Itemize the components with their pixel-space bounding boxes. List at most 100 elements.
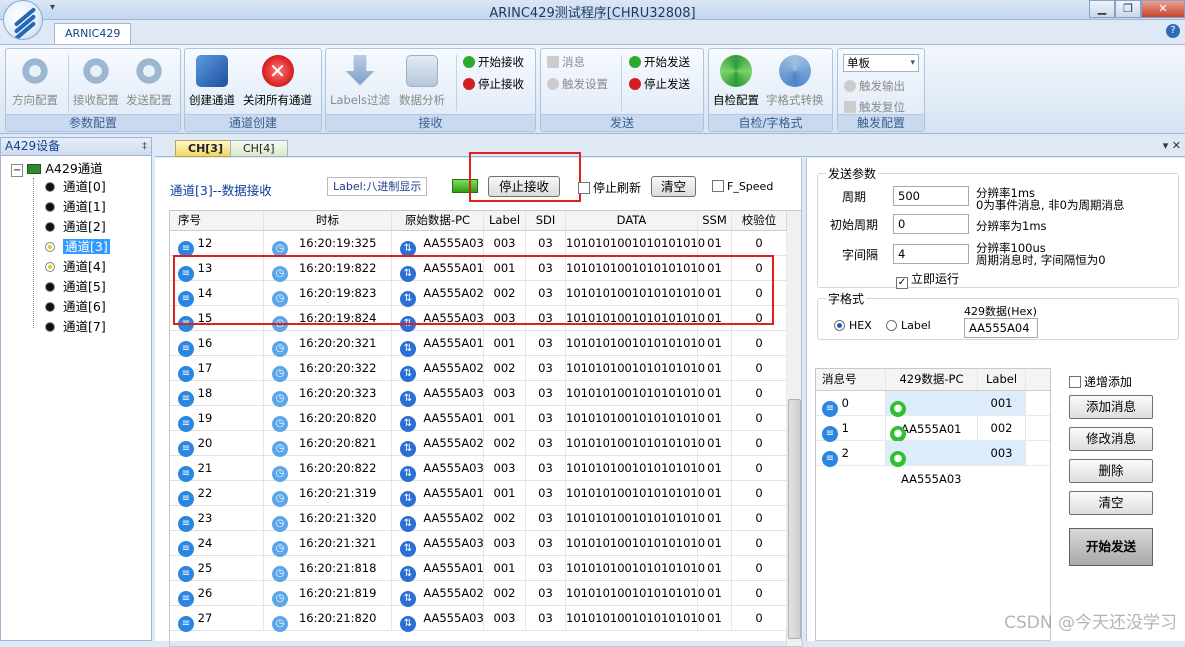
clear-messages-button[interactable]: 清空 <box>1069 491 1153 515</box>
maximize-button[interactable]: ❐ <box>1115 0 1141 18</box>
raw-data-icon: ⇅ <box>400 366 416 382</box>
raw-data-icon: ⇅ <box>400 416 416 432</box>
tab-ch4[interactable]: CH[4] <box>230 140 288 157</box>
stop-receive-button[interactable]: 停止接收 <box>488 176 560 197</box>
table-cell: ⇅ AA555A01 <box>392 556 484 582</box>
trigger-output-button[interactable]: 触发输出 <box>844 79 905 93</box>
ribbon-tab-arnic429[interactable]: ARNIC429 <box>54 23 132 44</box>
tab-ch3[interactable]: CH[3] <box>175 140 236 157</box>
add-message-button[interactable]: 添加消息 <box>1069 395 1153 419</box>
collapse-icon[interactable]: − <box>11 164 24 177</box>
scroll-thumb[interactable] <box>788 399 801 639</box>
list-icon: ≡ <box>178 541 194 557</box>
message-row[interactable]: ≡ 1● AA555A02002 <box>816 416 1050 461</box>
trigger-settings-button[interactable]: 触发设置 <box>547 77 608 91</box>
table-row[interactable]: ≡ 25 ◷ 16:20:21:818 ⇅ AA555A01 001 03 1010101… <box>170 556 787 582</box>
close-button[interactable]: ✕ <box>1141 0 1185 18</box>
hex-radio[interactable]: HEX <box>834 319 872 332</box>
group-title: 自检/字格式 <box>709 114 832 131</box>
col-header[interactable]: DATA <box>566 211 698 230</box>
list-icon: ≡ <box>178 516 194 532</box>
group-selftest: 自检配置 字格式转换 自检/字格式 <box>708 48 833 132</box>
delete-message-button[interactable]: 删除 <box>1069 459 1153 483</box>
table-row[interactable]: ≡ 20 ◷ 16:20:20:821 ⇅ AA555A02 002 03 1010101… <box>170 431 787 457</box>
table-row[interactable]: ≡ 19 ◷ 16:20:20:820 ⇅ AA555A01 001 03 1010101… <box>170 406 787 432</box>
col-header[interactable]: 原始数据-PC <box>392 211 484 230</box>
fspeed-checkbox[interactable]: F_Speed <box>712 180 773 193</box>
col-header[interactable]: 校验位 <box>732 211 787 230</box>
col-header[interactable]: 序号 <box>170 211 264 230</box>
selftest-config-button[interactable]: 自检配置 <box>713 55 759 108</box>
close-all-channels-button[interactable]: ✕ 关闭所有通道 <box>243 55 312 108</box>
stop-receive-ribbon-button[interactable]: 停止接收 <box>463 77 524 91</box>
direction-config-button[interactable]: 方向配置 <box>12 55 58 108</box>
tab-menu-close-icon[interactable]: ▾ ✕ <box>1163 139 1181 152</box>
send-config-button[interactable]: 发送配置 <box>126 55 172 108</box>
tree-channel-6[interactable]: 通道[6] <box>45 298 106 316</box>
trigger-reset-button[interactable]: 触发复位 <box>844 100 905 114</box>
table-row[interactable]: ≡ 21 ◷ 16:20:20:822 ⇅ AA555A03 003 03 1010101… <box>170 456 787 482</box>
data429-input[interactable]: AA555A04 <box>964 318 1038 338</box>
table-row[interactable]: ≡ 16 ◷ 16:20:20:321 ⇅ AA555A01 001 03 1010101… <box>170 331 787 357</box>
clear-receive-button[interactable]: 清空 <box>651 176 696 197</box>
start-receive-button[interactable]: 开始接收 <box>463 55 524 69</box>
col-header[interactable]: 消息号 <box>816 369 886 390</box>
modify-message-button[interactable]: 修改消息 <box>1069 427 1153 451</box>
labels-filter-button[interactable]: Labels过滤 <box>330 55 390 108</box>
pencil-icon <box>547 56 559 68</box>
board-select[interactable]: 单板 <box>843 54 919 72</box>
table-row[interactable]: ≡ 23 ◷ 16:20:21:320 ⇅ AA555A02 002 03 1010101… <box>170 506 787 532</box>
table-cell: 003 <box>484 456 526 480</box>
help-icon[interactable]: ? <box>1166 24 1180 38</box>
table-row[interactable]: ≡ 18 ◷ 16:20:20:323 ⇅ AA555A03 003 03 1010101… <box>170 381 787 407</box>
immediate-run-checkbox[interactable]: ✓ 立即运行 <box>896 270 959 289</box>
col-header[interactable]: SSM <box>698 211 732 230</box>
col-header[interactable]: Label <box>978 369 1026 390</box>
tree-root[interactable]: − A429通道 <box>11 158 103 177</box>
table-row[interactable]: ≡ 12 ◷ 16:20:19:325 ⇅ AA555A03 003 03 1010101… <box>170 231 787 257</box>
table-row[interactable]: ≡ 22 ◷ 16:20:21:319 ⇅ AA555A01 001 03 1010101… <box>170 481 787 507</box>
start-send-ribbon-button[interactable]: 开始发送 <box>629 55 690 69</box>
init-period-input[interactable]: 0 <box>893 214 969 234</box>
download-arrow-icon <box>345 55 375 86</box>
word-format-group: 字格式 HEX Label 429数据(Hex) AA555A04 <box>817 290 1179 340</box>
message-row[interactable]: ≡ 0 ● AA555A01 001 <box>816 391 1050 436</box>
raw-data-icon: ⇅ <box>400 516 416 532</box>
table-cell: 002 <box>484 356 526 380</box>
table-cell: ≡ 16 <box>170 331 264 357</box>
vertical-scrollbar[interactable] <box>786 211 802 646</box>
message-row[interactable]: ≡ 2 ● AA555A03 003 <box>816 441 1050 486</box>
stop-send-button[interactable]: 停止发送 <box>629 77 690 91</box>
col-header[interactable]: 429数据-PC <box>886 369 978 390</box>
create-channel-button[interactable]: 创建通道 <box>189 55 235 108</box>
period-input[interactable]: 500 <box>893 186 969 206</box>
data-analysis-button[interactable]: 数据分析 <box>399 55 445 108</box>
table-row[interactable]: ≡ 27 ◷ 16:20:21:820 ⇅ AA555A03 003 03 1010101… <box>170 606 787 632</box>
tree-channel-1[interactable]: 通道[1] <box>45 198 106 216</box>
col-header[interactable]: 时标 <box>264 211 392 230</box>
receive-config-button[interactable]: 接收配置 <box>73 55 119 108</box>
col-header[interactable]: SDI <box>526 211 566 230</box>
table-row[interactable]: ≡ 26 ◷ 16:20:21:819 ⇅ AA555A02 002 03 1010101… <box>170 581 787 607</box>
table-cell: ≡ 23 <box>170 506 264 532</box>
tree-channel-3[interactable]: 通道[3] <box>45 238 110 256</box>
tree-channel-5[interactable]: 通道[5] <box>45 278 106 296</box>
table-cell: 0 <box>732 231 787 255</box>
word-format-convert-button[interactable]: 字格式转换 <box>766 55 824 108</box>
table-row[interactable]: ≡ 24 ◷ 16:20:21:321 ⇅ AA555A03 003 03 1010101… <box>170 531 787 557</box>
tree-channel-0[interactable]: 通道[0] <box>45 178 106 196</box>
app-logo-icon[interactable] <box>3 0 43 40</box>
minimize-button[interactable]: ▁ <box>1089 0 1115 18</box>
pin-icon[interactable]: ‡ <box>142 138 147 155</box>
increment-add-checkbox[interactable]: 递增添加 <box>1069 373 1132 390</box>
label-radio[interactable]: Label <box>886 319 931 332</box>
message-button[interactable]: 消息 <box>547 55 585 69</box>
table-row[interactable]: ≡ 17 ◷ 16:20:20:322 ⇅ AA555A02 002 03 1010101… <box>170 356 787 382</box>
stop-refresh-checkbox[interactable]: 停止刷新 <box>578 179 641 196</box>
start-send-button[interactable]: 开始发送 <box>1069 528 1153 566</box>
col-header[interactable]: Label <box>484 211 526 230</box>
tree-channel-4[interactable]: 通道[4] <box>45 258 106 276</box>
gap-input[interactable]: 4 <box>893 244 969 264</box>
tree-channel-7[interactable]: 通道[7] <box>45 318 106 336</box>
tree-channel-2[interactable]: 通道[2] <box>45 218 106 236</box>
